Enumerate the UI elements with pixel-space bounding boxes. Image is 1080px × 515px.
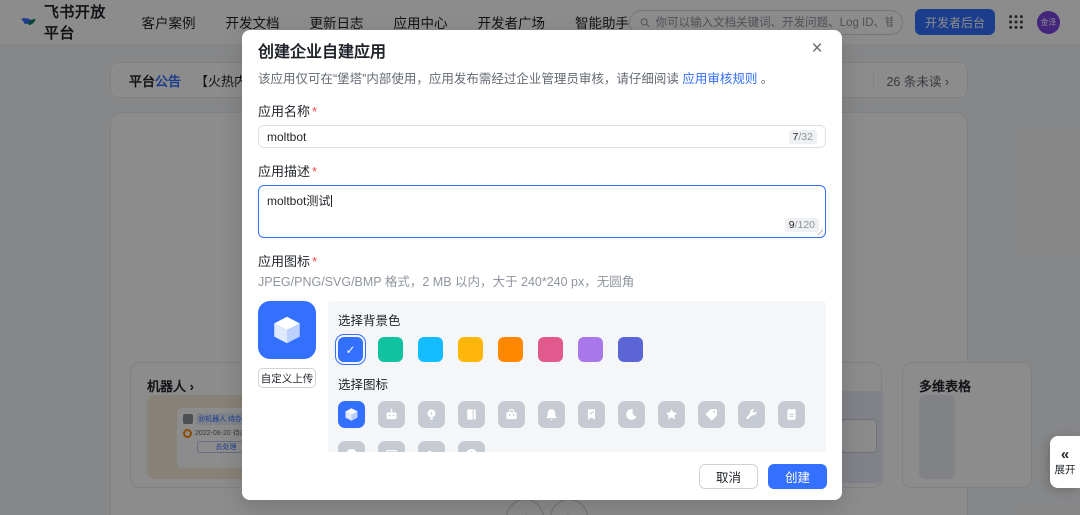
modal-title: 创建企业自建应用 — [258, 44, 387, 61]
bookmark-check-icon-tile[interactable] — [578, 401, 605, 428]
color-swatch[interactable] — [418, 337, 443, 362]
modal-subtitle: 该应用仅可在“堡塔”内部使用，应用发布需经过企业管理员审核，请仔细阅读 应用审核… — [258, 72, 774, 86]
color-swatch[interactable] — [378, 337, 403, 362]
monitor-icon — [386, 450, 397, 452]
lightbulb-icon — [427, 409, 436, 420]
text-caret — [331, 195, 333, 207]
color-swatch[interactable]: ✓ — [335, 334, 366, 365]
check-icon: ✓ — [345, 342, 356, 357]
modal-footer: 取消 创建 — [242, 452, 842, 500]
color-swatch[interactable] — [578, 337, 603, 362]
bg-color-label: 选择背景色 — [338, 314, 401, 328]
check-circle-icon-tile[interactable] — [338, 441, 365, 452]
icon-tiles — [338, 401, 816, 452]
bookmark-check-icon — [587, 409, 596, 420]
robot-icon — [386, 408, 397, 420]
review-rules-link[interactable]: 应用审核规则 — [682, 72, 757, 86]
app-icon-label: 应用图标 * — [258, 254, 318, 269]
color-swatches: ✓ — [335, 334, 816, 365]
star-icon — [665, 408, 678, 420]
close-icon[interactable]: × — [806, 38, 828, 60]
cancel-button[interactable]: 取消 — [698, 463, 758, 489]
notebook-icon — [467, 409, 476, 420]
moon-icon-tile[interactable] — [618, 401, 645, 428]
notebook-icon-tile[interactable] — [458, 401, 485, 428]
name-char-counter: 7/32 — [788, 129, 817, 144]
users-icon — [427, 450, 436, 452]
bell-icon-tile[interactable] — [538, 401, 565, 428]
monitor-icon-tile[interactable] — [378, 441, 405, 452]
document-icon-tile[interactable] — [778, 401, 805, 428]
star-icon-tile[interactable] — [658, 401, 685, 428]
color-swatch[interactable] — [458, 337, 483, 362]
expand-label: 展开 — [1054, 464, 1076, 476]
pie-chart-icon-tile[interactable] — [458, 441, 485, 452]
bell-icon — [546, 409, 557, 421]
create-app-modal: 创建企业自建应用 × 该应用仅可在“堡塔”内部使用，应用发布需经过企业管理员审核… — [242, 30, 842, 500]
app-name-input[interactable]: moltbot 7/32 — [258, 125, 826, 148]
briefcase-icon-tile[interactable] — [498, 401, 525, 428]
app-name-value: moltbot — [267, 129, 307, 144]
users-icon-tile[interactable] — [418, 441, 445, 452]
double-chevron-left-icon: « — [1060, 446, 1070, 463]
cube-icon — [274, 316, 300, 344]
color-swatch[interactable] — [618, 337, 643, 362]
cube-icon-tile[interactable] — [338, 401, 365, 428]
screen: 飞书开放平台 客户案例 开发文档 更新日志 应用中心 开发者广场 智能助手 你可以输入文档… — [0, 0, 1080, 515]
create-button[interactable]: 创建 — [767, 463, 827, 489]
icon-format-hint: JPEG/PNG/SVG/BMP 格式，2 MB 以内，大于 240*240 p… — [258, 275, 635, 289]
app-desc-textarea[interactable]: moltbot测试 9/120 — [258, 185, 826, 238]
lightbulb-icon-tile[interactable] — [418, 401, 445, 428]
cube-icon — [345, 408, 358, 421]
color-swatch[interactable] — [538, 337, 563, 362]
app-desc-label: 应用描述 * — [258, 164, 318, 179]
wrench-icon — [746, 408, 757, 420]
desc-char-counter: 9/120 — [784, 218, 819, 232]
moon-icon — [626, 409, 637, 420]
check-circle-icon — [346, 448, 357, 452]
app-icon-preview — [258, 301, 316, 359]
document-icon — [787, 409, 796, 420]
icon-picker-panel: 选择背景色 ✓ 选择图标 — [328, 301, 826, 452]
custom-upload-button[interactable]: 自定义上传 — [258, 368, 316, 388]
icon-select-label: 选择图标 — [338, 378, 389, 392]
briefcase-icon — [506, 409, 517, 420]
expand-panel-tab[interactable]: « 展开 — [1050, 436, 1080, 488]
wrench-icon-tile[interactable] — [738, 401, 765, 428]
app-desc-value: moltbot测试 — [267, 194, 331, 208]
robot-icon-tile[interactable] — [378, 401, 405, 428]
color-swatch[interactable] — [498, 337, 523, 362]
tag-icon-tile[interactable] — [698, 401, 725, 428]
pie-chart-icon — [466, 448, 477, 452]
app-name-label: 应用名称 * — [258, 104, 318, 119]
tag-icon — [705, 409, 717, 421]
